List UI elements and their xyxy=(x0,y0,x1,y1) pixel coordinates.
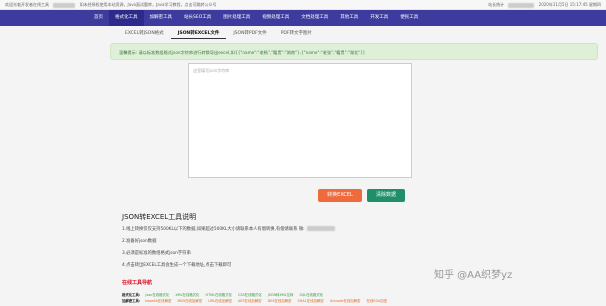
tool-link[interactable]: json在线格式化 xyxy=(145,293,169,297)
top-notice-link[interactable]: 如未经授权使用本站资源，Java面试题库，Java学习教程，点击可跳转公众号 xyxy=(80,2,217,7)
tools-nav: 格式化工具: json在线格式化 XML在线格式化 HTML在线格式化 CSS在… xyxy=(122,292,592,304)
nav-item-format-tools[interactable]: 格式化工具 xyxy=(109,10,144,26)
tools-category: 加解密工具: xyxy=(122,299,141,303)
convert-excel-button[interactable]: 转换EXCEL xyxy=(318,189,362,202)
tip-notice: 温馨提示: 请以标准数组格式json字符串进行转换导出excel,如:[{"na… xyxy=(110,43,598,60)
tool-link[interactable]: DES在线加解密 xyxy=(268,299,292,303)
nav-item-crypto-tools[interactable]: 加解密工具 xyxy=(144,10,179,26)
nav-item-dev-tools[interactable]: 开发工具 xyxy=(364,10,394,26)
zhihu-watermark: 知乎 @AA织梦yz xyxy=(434,270,513,281)
guide-title: JSON转EXCEL工具说明 xyxy=(122,213,197,221)
top-info-left: 欢迎光临开发者在线工具 如未经授权使用本站资源，Java面试题库，Java学习教… xyxy=(5,0,216,9)
tool-link[interactable]: AES在线加解密 xyxy=(238,299,262,303)
top-info-bar: 欢迎光临开发者在线工具 如未经授权使用本站资源，Java面试题库，Java学习教… xyxy=(0,0,606,10)
guide-line: 4.点击转出EXCEL工具会生成一个下载地址,点击下载即可 xyxy=(122,263,232,268)
tool-link[interactable]: base64在线解密 xyxy=(145,299,171,303)
tab-pdf-to-image[interactable]: PDF转文字图片 xyxy=(274,29,319,39)
tab-json-to-pdf[interactable]: JSON转PDF文件 xyxy=(226,29,273,39)
main-navbar: 首页 格式化工具 加解密工具 站长SEO工具 图片处理工具 视频处理工具 文档处… xyxy=(0,10,606,26)
nav-item-document-tools[interactable]: 文档处理工具 xyxy=(295,10,334,26)
clear-data-button[interactable]: 清除数据 xyxy=(367,189,405,202)
tab-excel-to-json[interactable]: EXCEL转JSON格式 xyxy=(118,29,171,39)
blurred-text xyxy=(53,2,76,8)
online-tools-title: 在线工具导航 xyxy=(122,280,153,286)
tool-link[interactable]: URL在线加解密 xyxy=(208,299,232,303)
tool-link[interactable]: XML在线格式化 xyxy=(175,293,199,297)
tool-link[interactable]: SQL在线格式化 xyxy=(299,293,323,297)
nav-item-home[interactable]: 首页 xyxy=(88,10,109,26)
json-input[interactable] xyxy=(189,64,411,177)
tool-link[interactable]: SHA1在线加解密 xyxy=(298,299,324,303)
usage-guide: JSON转EXCEL工具说明 1.线上转换仅仅支持500KL以下的数据,如果超过… xyxy=(122,212,422,274)
nav-item-seo-tools[interactable]: 站长SEO工具 xyxy=(178,10,217,26)
guide-line: 1.线上转换仅仅支持500KL以下的数据,如果超过500KL大小请联系本人有偿转… xyxy=(122,226,422,232)
tool-link[interactable]: 在线RSA加密 xyxy=(367,299,387,303)
blurred-contact xyxy=(306,226,335,231)
welcome-text: 欢迎光临开发者在线工具 xyxy=(5,2,49,7)
nav-item-other-tools[interactable]: 其他工具 xyxy=(334,10,364,26)
nav-items: 首页 格式化工具 加解密工具 站长SEO工具 图片处理工具 视频处理工具 文档处… xyxy=(88,10,424,26)
blurred-text xyxy=(508,2,535,8)
tool-link[interactable]: CSS在线格式化 xyxy=(238,293,262,297)
tool-link[interactable]: HTML在线格式化 xyxy=(206,293,232,297)
nav-item-convenience-tools[interactable]: 便民工具 xyxy=(394,10,424,26)
tool-link[interactable]: Unicode在线加解密 xyxy=(330,299,361,303)
json-editor xyxy=(188,63,412,178)
top-info-right: 站长统计 2020年11月5日 15:17:45 星期四 xyxy=(488,0,601,9)
guide-line: 3.必须是标准的数组格式json字符串 xyxy=(122,251,191,256)
tools-row-crypto: 加解密工具: base64在线解密 MD5在线加解密 URL在线加解密 AES在… xyxy=(122,298,592,304)
tab-json-to-excel[interactable]: JSON转EXCEL文件 xyxy=(170,29,227,39)
tools-category: 格式化工具: xyxy=(122,293,141,297)
nav-item-video-tools[interactable]: 视频处理工具 xyxy=(256,10,295,26)
guide-line-text: 1.线上转换仅仅支持500KL以下的数据,如果超过500KL大小请联系本人有偿转… xyxy=(122,227,305,232)
stats-link[interactable]: 站长统计 xyxy=(488,2,504,7)
datetime-text: 2020年11月5日 15:17:45 星期四 xyxy=(538,2,601,7)
tool-link[interactable]: MD5在线加解密 xyxy=(177,299,202,303)
tool-tabs: EXCEL转JSON格式 JSON转EXCEL文件 JSON转PDF文件 PDF… xyxy=(118,29,319,39)
tool-link[interactable]: JSON转XML互转 xyxy=(268,293,294,297)
nav-item-image-tools[interactable]: 图片处理工具 xyxy=(217,10,256,26)
guide-line: 2.准备好json数据 xyxy=(122,239,157,244)
